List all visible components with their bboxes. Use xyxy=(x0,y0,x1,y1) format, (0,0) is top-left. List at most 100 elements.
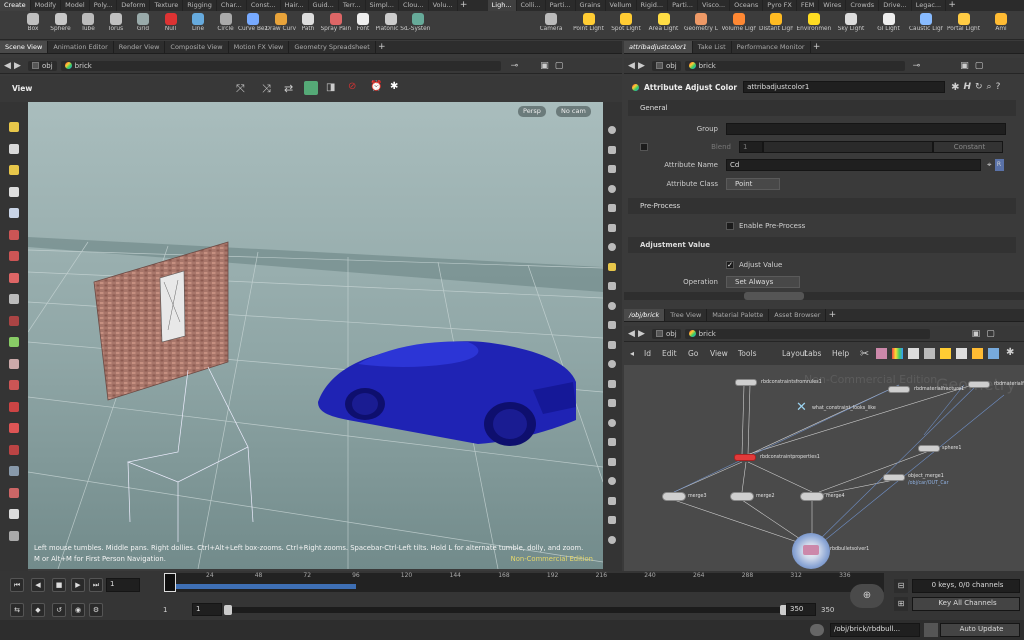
gear-icon[interactable]: ✱ xyxy=(951,82,959,93)
pane-tab[interactable]: Asset Browser xyxy=(769,309,827,321)
camera-menu-button[interactable]: No cam xyxy=(556,106,591,117)
shelf-tab[interactable]: Drive... xyxy=(879,0,912,11)
note-icon[interactable] xyxy=(940,348,951,359)
camera-view-icon[interactable] xyxy=(304,81,318,95)
stop-button[interactable]: ■ xyxy=(52,578,66,592)
node-object-merge1[interactable] xyxy=(883,474,905,481)
pane-tab[interactable]: Performance Monitor xyxy=(732,41,811,53)
select-mode-icon[interactable]: ⤧ xyxy=(236,82,245,96)
node-merge4[interactable] xyxy=(800,492,824,501)
attribute-class-menu[interactable]: Point xyxy=(726,177,780,190)
search-icon[interactable]: ⌕ xyxy=(987,82,992,92)
shelf-tool[interactable]: Curve Bezier xyxy=(238,13,268,39)
param-crumb-node[interactable]: brick xyxy=(684,60,905,71)
shelf-tool[interactable]: Area Light xyxy=(647,13,681,39)
viewport-tool-icon[interactable] xyxy=(0,527,28,545)
shelf-tab[interactable]: Crowds xyxy=(846,0,880,11)
viewport-tool-icon[interactable] xyxy=(0,226,28,244)
net-menu-item[interactable]: Edit xyxy=(662,349,677,358)
display-option-icon[interactable] xyxy=(606,319,618,331)
display-option-icon[interactable] xyxy=(606,475,618,487)
param-layout-icon[interactable]: ▣ xyxy=(960,61,969,71)
display-option-icon[interactable] xyxy=(606,183,618,195)
channel-icon[interactable]: ⊟ xyxy=(894,579,908,593)
node-rbdconstraintproperties1[interactable] xyxy=(734,454,756,461)
node-rbdbulletsolver1[interactable] xyxy=(792,533,830,569)
go-end-button[interactable]: ⏭ xyxy=(89,578,103,592)
group-field[interactable] xyxy=(726,122,1006,135)
shelf-tab[interactable]: Colli... xyxy=(517,0,546,11)
viewport-tool-icon[interactable] xyxy=(0,333,28,351)
preprocess-section[interactable]: Pre-Process xyxy=(628,198,1016,214)
shelf-tab[interactable]: Wires xyxy=(819,0,847,11)
display-option-icon[interactable] xyxy=(606,339,618,351)
status-chat-icon[interactable] xyxy=(810,624,824,636)
pane-tab[interactable]: Composite View xyxy=(165,41,229,53)
attribute-name-field[interactable]: Cd xyxy=(726,158,981,171)
shelf-tab[interactable]: Pyro FX xyxy=(763,0,797,11)
shelf-tool[interactable]: Grid xyxy=(128,13,158,39)
snap-icon[interactable]: ⇄ xyxy=(284,82,293,95)
shelf-tool[interactable]: Geometry Light xyxy=(684,13,718,39)
display-option-icon[interactable] xyxy=(606,163,618,175)
viewport-tool-icon[interactable] xyxy=(0,376,28,394)
range-slider[interactable] xyxy=(224,605,788,615)
shelf-tool[interactable]: Ami xyxy=(984,13,1018,39)
layout-icon[interactable]: ▣ xyxy=(540,61,549,71)
keyframe-button[interactable]: ◆ xyxy=(31,603,45,617)
shelf-tab[interactable]: Volu... xyxy=(429,0,458,11)
shelf-tab[interactable]: Char... xyxy=(217,0,247,11)
net-forward-icon[interactable]: ▶ xyxy=(638,329,648,339)
shelf-tool[interactable]: Null xyxy=(156,13,186,39)
shelf-tab[interactable]: Oceans xyxy=(730,0,764,11)
viewport-tool-icon[interactable] xyxy=(0,462,28,480)
settings-button[interactable]: ⚙ xyxy=(89,603,103,617)
display-option-icon[interactable] xyxy=(606,495,618,507)
viewport-tool-icon[interactable] xyxy=(0,505,28,523)
shelf-tab[interactable]: Parti... xyxy=(668,0,698,11)
viewport-tool-icon[interactable] xyxy=(0,441,28,459)
add-tab-icon[interactable]: + xyxy=(376,41,388,53)
playback-end-field[interactable]: 350 xyxy=(786,603,816,616)
net-menu-item[interactable]: Labs xyxy=(804,349,821,358)
net-gear-icon[interactable]: ✱ xyxy=(1006,347,1014,358)
shelf-tool[interactable]: Tube xyxy=(73,13,103,39)
node-rbdmaterialfracture1[interactable] xyxy=(888,386,910,393)
shelf-tool[interactable]: Portal Light xyxy=(947,13,981,39)
pane-tab[interactable]: Take List xyxy=(693,41,732,53)
viewport-tool-icon[interactable] xyxy=(0,398,28,416)
net-menu-item[interactable]: View xyxy=(710,349,728,358)
shelf-tab[interactable]: Const... xyxy=(247,0,281,11)
timeline-scrubber[interactable] xyxy=(164,573,884,592)
shelf-tool[interactable]: Platonic Solids xyxy=(376,13,406,39)
image-icon[interactable] xyxy=(972,348,983,359)
display-option-icon[interactable] xyxy=(606,202,618,214)
blend-mode-menu[interactable]: Constant xyxy=(933,140,1003,153)
node-sphere1[interactable] xyxy=(918,445,940,452)
r-badge-icon[interactable]: R xyxy=(994,158,1004,171)
display-option-icon[interactable] xyxy=(606,261,618,273)
pane-tab[interactable]: Material Palette xyxy=(707,309,770,321)
shelf-tab[interactable]: Simpl... xyxy=(366,0,399,11)
param-crumb-obj[interactable]: obj xyxy=(652,60,681,71)
display-option-icon[interactable] xyxy=(606,378,618,390)
key-all-channels-menu[interactable]: Key All Channels xyxy=(912,597,1020,611)
shelf-tool[interactable]: Environment Light xyxy=(797,13,831,39)
shelf-tool[interactable]: Sky Light xyxy=(834,13,868,39)
playback-start-field[interactable]: 1 xyxy=(192,603,222,616)
pin-icon[interactable]: ⊸ xyxy=(511,61,519,71)
shelf-tool[interactable]: Path xyxy=(293,13,323,39)
blend-toggle[interactable] xyxy=(640,142,648,151)
node-rbdmaterialfracture2[interactable] xyxy=(968,381,990,388)
list-icon[interactable] xyxy=(924,348,935,359)
shelf-tab[interactable]: Deform xyxy=(117,0,151,11)
display-option-icon[interactable] xyxy=(606,280,618,292)
shelf-tab[interactable]: Terr... xyxy=(339,0,366,11)
help-h-icon[interactable]: H xyxy=(963,82,971,92)
net-menu-item[interactable]: Tools xyxy=(738,349,756,358)
shelf-tool[interactable]: GI Light xyxy=(872,13,906,39)
pane-tab[interactable]: Motion FX View xyxy=(229,41,290,53)
viewport-tool-icon[interactable] xyxy=(0,269,28,287)
key-icon[interactable]: ⊞ xyxy=(894,597,908,611)
shelf-tab[interactable]: Visco... xyxy=(698,0,731,11)
